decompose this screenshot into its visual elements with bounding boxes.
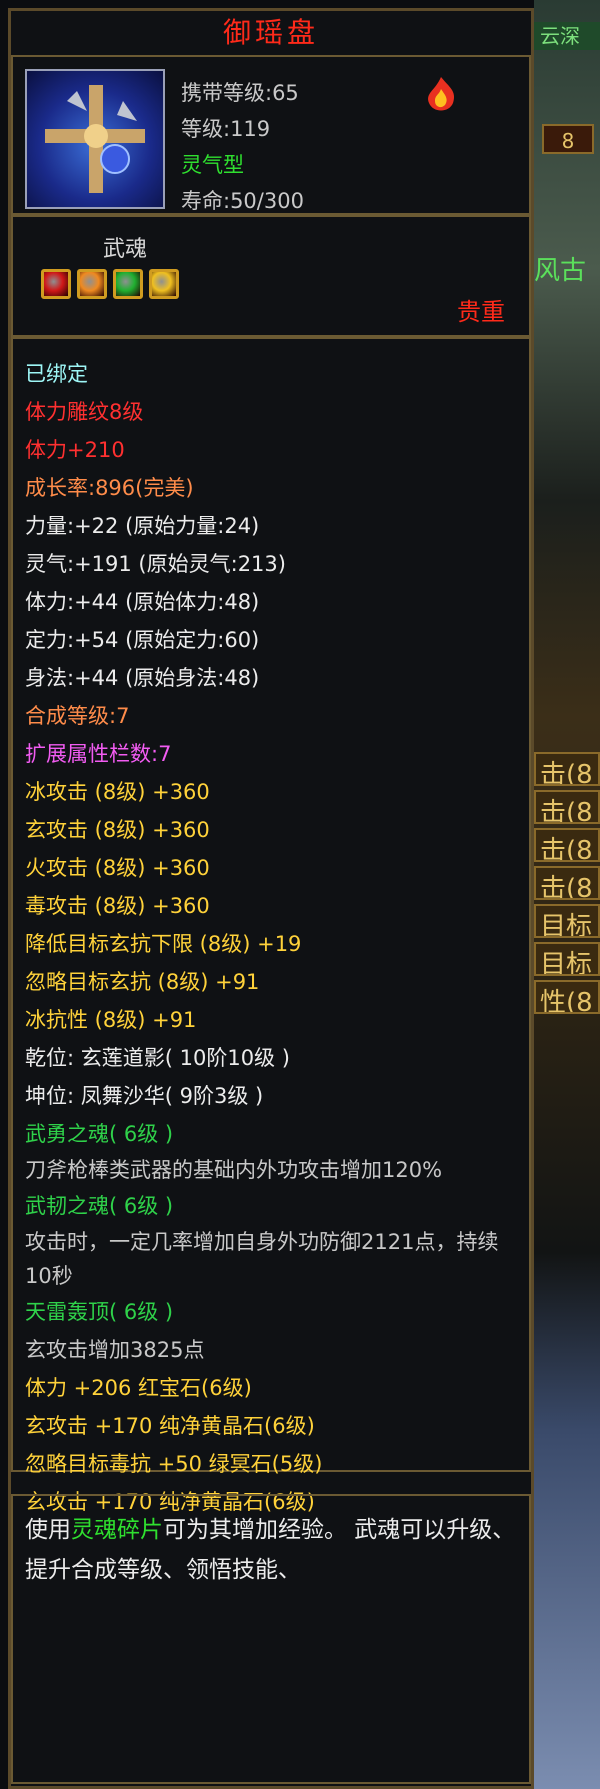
stat-agility: 身法:+44 (原始身法:48) [25, 666, 260, 690]
skill-desc: 刀斧枪棒类武器的基础内外功攻击增加120% [25, 1158, 443, 1182]
red-gem-icon[interactable] [41, 269, 71, 299]
ext-attr: 火攻击 (8级) +360 [25, 856, 210, 880]
bg-header-text: 云深 [534, 22, 600, 50]
bg-slot: 击(8 [534, 828, 600, 862]
item-icon [25, 69, 165, 209]
stats-section: 已绑定 体力雕纹8级 体力+210 成长率:896(完美) 力量:+22 (原始… [11, 337, 531, 1514]
stats-lines: 已绑定 体力雕纹8级 体力+210 成长率:896(完美) 力量:+22 (原始… [25, 355, 525, 1521]
green-gem-icon[interactable] [113, 269, 143, 299]
soul-label: 武魂 [103, 237, 148, 262]
gold-gem-icon[interactable] [149, 269, 179, 299]
game-background: 云深 8 风古 击(8 击(8 击(8 击(8 目标 目标 性(8 [534, 0, 600, 1789]
gem-inlay: 玄攻击 +170 纯净黄晶石(6级) [25, 1414, 315, 1438]
engrave-bonus: 体力+210 [25, 438, 125, 462]
item-info: 携带等级:65 等级:119 灵气型 寿命:50/300 [181, 75, 304, 219]
fire-gem-icon[interactable] [77, 269, 107, 299]
footer-section: 使用灵魂碎片可为其增加经验。 武魂可以升级、提升合成等级、领悟技能、 [11, 1494, 531, 1784]
bg-slot: 目标 [534, 942, 600, 976]
item-tooltip: 御瑶盘 携带等级:65 等级:119 灵气型 寿命:50/300 武魂 贵重 已… [8, 8, 534, 1789]
gem-inlay: 忽略目标毒抗 +50 绿冥石(5级) [25, 1452, 323, 1476]
bg-slot: 击(8 [534, 752, 600, 786]
item-lifespan: 寿命:50/300 [181, 189, 304, 213]
ext-attr: 冰抗性 (8级) +91 [25, 1008, 197, 1032]
footer-prefix: 使用 [25, 1517, 71, 1543]
item-title: 御瑶盘 [11, 11, 531, 57]
skill-name: 武勇之魂( 6级 ) [25, 1122, 174, 1146]
stat-spirit: 灵气:+191 (原始灵气:213) [25, 552, 286, 576]
qian-position: 乾位: 玄莲道影( 10阶10级 ) [25, 1046, 290, 1070]
bound-status: 已绑定 [25, 362, 88, 386]
item-type: 灵气型 [181, 153, 244, 177]
kun-position: 坤位: 凤舞沙华( 9阶3级 ) [25, 1084, 264, 1108]
skill-desc: 攻击时，一定几率增加自身外功防御2121点，持续10秒 [25, 1230, 499, 1288]
flame-icon [428, 77, 455, 111]
soul-section: 武魂 贵重 [11, 215, 531, 337]
stat-strength: 力量:+22 (原始力量:24) [25, 514, 260, 538]
ext-attr: 毒攻击 (8级) +360 [25, 894, 210, 918]
item-level: 等级:119 [181, 117, 271, 141]
soul-fragment-link: 灵魂碎片 [71, 1517, 163, 1543]
bg-side-text: 风古 [534, 256, 587, 286]
bg-slot: 击(8 [534, 866, 600, 900]
skill-desc: 玄攻击增加3825点 [25, 1338, 205, 1362]
ext-attr: 降低目标玄抗下限 (8级) +19 [25, 932, 302, 956]
skill-name: 武韧之魂( 6级 ) [25, 1194, 174, 1218]
cross-blade-icon [45, 85, 145, 193]
soul-gem-list [41, 269, 179, 299]
footer-text: 使用灵魂碎片可为其增加经验。 武魂可以升级、提升合成等级、领悟技能、 [25, 1510, 521, 1590]
engrave-line: 体力雕纹8级 [25, 400, 144, 424]
ext-attr: 冰攻击 (8级) +360 [25, 780, 210, 804]
stat-stamina: 体力:+44 (原始体力:48) [25, 590, 260, 614]
bg-slot: 目标 [534, 904, 600, 938]
ext-attr: 玄攻击 (8级) +360 [25, 818, 210, 842]
gem-inlay: 体力 +206 红宝石(6级) [25, 1376, 252, 1400]
carry-level: 携带等级:65 [181, 81, 299, 105]
skill-name: 天雷轰顶( 6级 ) [25, 1300, 174, 1324]
item-header: 携带等级:65 等级:119 灵气型 寿命:50/300 [11, 55, 531, 215]
precious-tag: 贵重 [457, 298, 505, 326]
ext-attr: 忽略目标玄抗 (8级) +91 [25, 970, 260, 994]
synth-level: 合成等级:7 [25, 704, 130, 728]
bg-slot: 性(8 [534, 980, 600, 1014]
stat-focus: 定力:+54 (原始定力:60) [25, 628, 260, 652]
bg-slot: 击(8 [534, 790, 600, 824]
growth-rate: 成长率:896(完美) [25, 476, 194, 500]
ext-slot-count: 扩展属性栏数:7 [25, 742, 172, 766]
bg-badge: 8 [542, 124, 594, 154]
